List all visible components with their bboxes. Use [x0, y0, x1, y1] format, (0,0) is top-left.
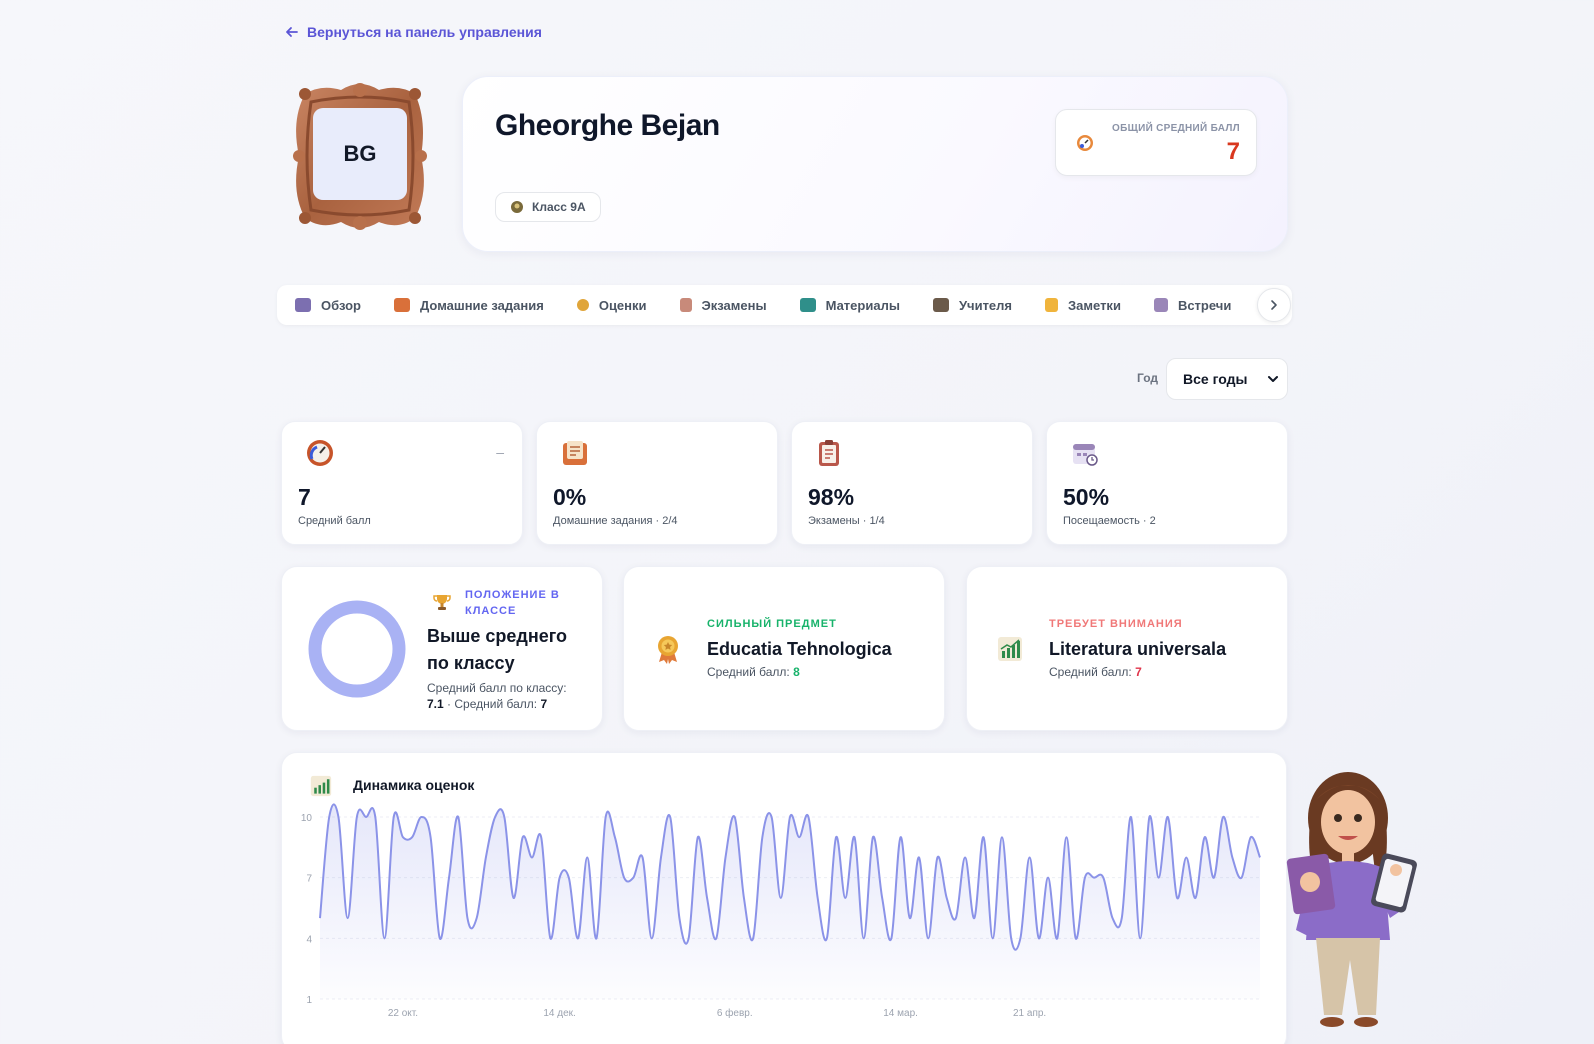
class-average-label: Средний балл по классу:: [427, 681, 567, 695]
back-to-dashboard-link[interactable]: Вернуться на панель управления: [285, 24, 542, 40]
stat-card-exams: 98% Экзамены · 1/4: [791, 421, 1033, 545]
homework-icon: [394, 298, 410, 312]
x-tick-label: 22 окт.: [388, 1008, 418, 1019]
trophy-icon: [433, 595, 451, 610]
tab-homework[interactable]: Домашние задания: [394, 298, 544, 313]
stat-value: 50%: [1063, 484, 1110, 510]
stat-card-average: – 7 Средний балл: [281, 421, 523, 545]
clipboard-icon: [819, 440, 839, 466]
attention-subject-average: Средний балл: 7: [1049, 665, 1142, 679]
tab-label: Материалы: [825, 297, 900, 313]
gauge-icon: [1077, 135, 1093, 151]
attention-subject-name: Literatura universala: [1049, 639, 1227, 659]
grades-icon: [576, 299, 589, 311]
strong-subject-card: СИЛЬНЫЙ ПРЕДМЕТ Educatia Tehnologica Сре…: [623, 566, 945, 731]
y-tick-label: 1: [306, 995, 312, 1006]
strong-subject-average-value: 8: [793, 665, 800, 679]
back-link-label: Вернуться на панель управления: [307, 24, 542, 40]
position-headline-1: Выше среднего: [427, 626, 567, 646]
position-ring: [308, 600, 406, 698]
stat-label: Домашние задания · 2/4: [553, 515, 678, 527]
class-icon: [511, 201, 523, 213]
tab-materials[interactable]: Материалы: [799, 297, 900, 313]
tab-meetings[interactable]: Встречи: [1153, 297, 1232, 313]
calendar-icon: [1073, 444, 1098, 466]
avatar: BG: [291, 80, 429, 232]
stat-value: 7: [298, 484, 311, 510]
stat-value: 0%: [553, 484, 587, 510]
attention-subject-average-label: Средний балл:: [1049, 665, 1132, 679]
tab-label: Домашние задания: [420, 297, 544, 313]
tab-exams[interactable]: Экзамены: [679, 297, 767, 313]
overall-average-value: 7: [1226, 138, 1240, 165]
chevron-right-icon: [1271, 300, 1277, 310]
student-name: Gheorghe Bejan: [495, 109, 720, 142]
attention-subject-average-value: 7: [1135, 665, 1142, 679]
tab-overview[interactable]: Обзор: [295, 298, 361, 313]
strong-subject-average-label: Средний балл:: [707, 665, 790, 679]
y-tick-label: 4: [306, 934, 312, 945]
arrow-left-icon: [286, 27, 298, 37]
overall-average-label: ОБЩИЙ СРЕДНИЙ БАЛЛ: [1112, 123, 1240, 134]
grades-line-chart: 10 7 4 1 22 окт. 14 дек. 6 февр. 14 мар. 21 апр.: [301, 803, 1261, 1019]
profile-header-card: Gheorghe Bejan Класс 9А ОБЩИЙ СРЕДНИЙ БА…: [462, 76, 1288, 252]
tab-label: Заметки: [1068, 297, 1121, 313]
student-average-label: · Средний балл:: [447, 697, 538, 711]
stat-value: 98%: [808, 484, 855, 510]
chart-up-icon: [998, 637, 1022, 661]
x-tick-label: 14 мар.: [883, 1008, 918, 1019]
overall-average-box: ОБЩИЙ СРЕДНИЙ БАЛЛ 7: [1055, 109, 1257, 176]
year-select-value: Все годы: [1183, 371, 1248, 387]
profile-tabs: Обзор Домашние задания Оценки Экзамены М…: [277, 285, 1292, 325]
chevron-down-icon: [1268, 376, 1278, 382]
position-headline-2: по классу: [427, 653, 515, 673]
notes-icon: [1045, 298, 1059, 312]
strong-subject-average: Средний балл: 8: [707, 665, 800, 679]
tab-grades[interactable]: Оценки: [576, 297, 647, 313]
position-kicker: ПОЛОЖЕНИЕ В КЛАССЕ: [465, 589, 560, 617]
attention-subject-card: ТРЕБУЕТ ВНИМАНИЯ Literatura universala С…: [966, 566, 1288, 731]
homework-book-icon: [563, 441, 587, 465]
strong-subject-name: Educatia Tehnologica: [707, 639, 892, 659]
medal-icon: [658, 636, 678, 664]
grades-dynamics-card: Динамика оценок 10 7 4 1 22 окт. 14 дек. 6 фев…: [281, 752, 1287, 1044]
stat-label: Экзамены · 1/4: [808, 515, 885, 527]
tab-label: Встречи: [1177, 297, 1232, 313]
position-averages: 7.1 · Средний балл: 7: [427, 697, 547, 711]
student-average-value: 7: [540, 697, 548, 711]
x-tick-label: 21 апр.: [1013, 1008, 1046, 1019]
stat-card-attendance: 50% Посещаемость · 2: [1046, 421, 1288, 545]
strong-subject-kicker: СИЛЬНЫЙ ПРЕДМЕТ: [707, 618, 837, 630]
stat-label: Посещаемость · 2: [1063, 515, 1156, 527]
year-filter-label: Год: [1137, 371, 1158, 385]
teacher-mascot-illustration: [1286, 772, 1417, 1027]
teachers-icon: [932, 298, 949, 312]
materials-icon: [799, 298, 816, 312]
class-chip-label: Класс 9А: [532, 200, 586, 214]
tab-label: Учителя: [958, 297, 1013, 313]
year-select[interactable]: Все годы: [1166, 358, 1288, 400]
exams-icon: [679, 298, 692, 312]
meetings-icon: [1153, 298, 1168, 312]
trend-indicator: –: [496, 444, 504, 460]
tab-notes[interactable]: Заметки: [1045, 298, 1121, 313]
tab-label: Экзамены: [701, 297, 767, 313]
attention-subject-kicker: ТРЕБУЕТ ВНИМАНИЯ: [1049, 618, 1183, 630]
tab-label: Оценки: [598, 297, 647, 313]
tab-teachers[interactable]: Учителя: [932, 297, 1013, 313]
tab-label: Обзор: [321, 297, 361, 313]
y-tick-label: 10: [301, 813, 313, 824]
class-average-value: 7.1: [427, 697, 444, 711]
class-chip[interactable]: Класс 9А: [495, 192, 601, 222]
class-position-card: ПОЛОЖЕНИЕ В КЛАССЕ Выше среднего по клас…: [281, 566, 603, 731]
speedometer-icon: [307, 440, 333, 466]
overview-icon: [295, 298, 311, 312]
tabs-scroll-next-button[interactable]: [1257, 288, 1291, 322]
stat-card-homework: 0% Домашние задания · 2/4: [536, 421, 778, 545]
x-tick-label: 14 дек.: [543, 1008, 575, 1019]
y-tick-label: 7: [306, 874, 312, 885]
x-tick-label: 6 февр.: [717, 1007, 753, 1019]
avatar-initials: BG: [313, 108, 407, 200]
stat-label: Средний балл: [298, 515, 371, 527]
